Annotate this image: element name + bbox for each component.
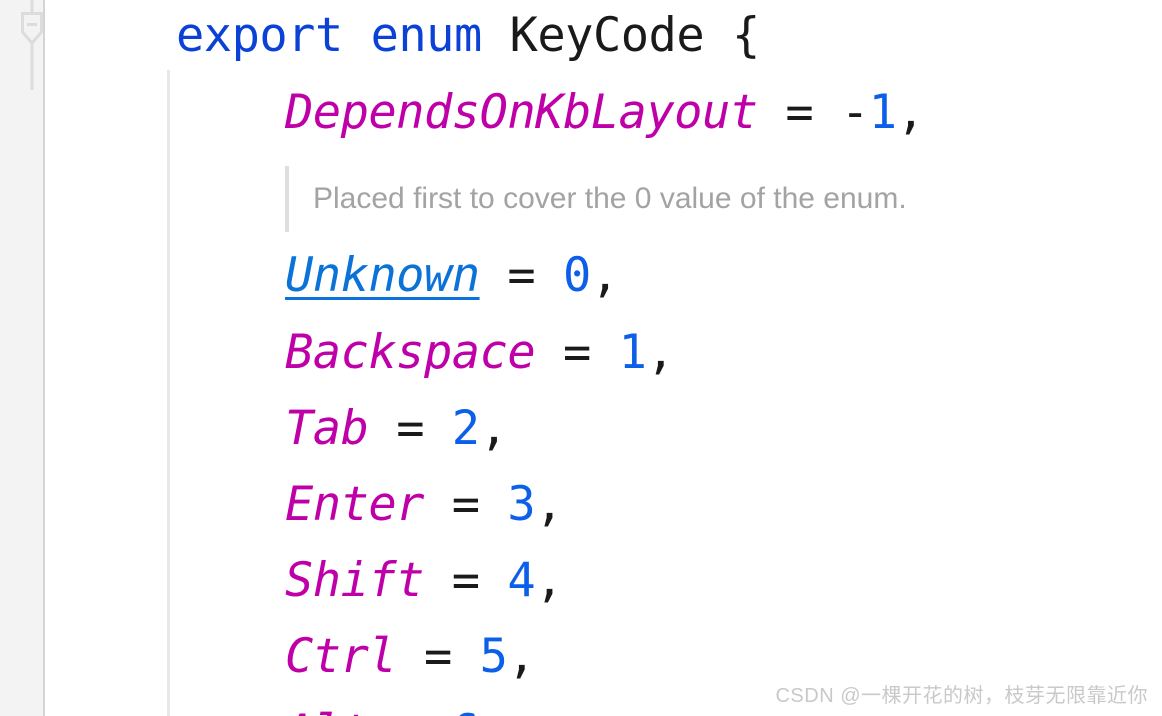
code-token: = [785, 85, 814, 140]
code-token: = [423, 629, 452, 684]
keyword-token: enum [370, 8, 483, 63]
enum-member: DependsOnKbLayout [285, 85, 758, 140]
enum-member: Tab [285, 401, 369, 456]
code-token: = [396, 401, 424, 456]
code-token: , [479, 401, 508, 456]
code-line[interactable]: Backspace = 1, [285, 325, 675, 381]
number-literal: 5 [479, 629, 508, 684]
code-line[interactable]: export enum KeyCode { [176, 8, 760, 64]
code-line[interactable]: Unknown = 0, [285, 248, 619, 304]
number-literal: 3 [507, 477, 536, 532]
enum-member: Enter [285, 477, 424, 532]
number-literal: 6 [452, 705, 480, 716]
code-token: = [507, 248, 536, 303]
code-line[interactable]: Shift = 4, [285, 553, 563, 609]
code-token: , [646, 325, 675, 380]
code-content[interactable]: export enum KeyCode { DependsOnKbLayout =… [0, 0, 1162, 716]
code-token: , [590, 248, 619, 303]
number-literal: 1 [618, 325, 647, 380]
enum-member: Alt [285, 705, 369, 716]
enum-member: Shift [285, 553, 424, 608]
code-line[interactable]: DependsOnKbLayout = -1, [285, 85, 925, 141]
code-line[interactable]: Tab = 2, [285, 401, 508, 457]
doc-comment-block: Placed first to cover the 0 value of the… [285, 166, 907, 232]
keyword-token: export [176, 8, 343, 63]
type-name-token: KeyCode [509, 8, 705, 63]
code-token: , [896, 85, 925, 140]
code-token: = [562, 325, 591, 380]
code-line[interactable]: Alt = 6, [285, 705, 507, 716]
fold-collapse-icon[interactable] [20, 0, 44, 90]
code-token: { [731, 8, 760, 63]
enum-member: Backspace [285, 325, 536, 380]
code-token: , [507, 629, 536, 684]
number-literal: 1 [868, 85, 897, 140]
number-literal: 2 [451, 401, 480, 456]
code-token: - [840, 85, 869, 140]
enum-member-link[interactable]: Unknown [285, 248, 480, 303]
code-token: , [535, 553, 563, 608]
enum-member: Ctrl [285, 629, 397, 684]
code-line[interactable]: Enter = 3, [285, 477, 563, 533]
csdn-watermark: CSDN @一棵开花的树，枝芽无限靠近你 [775, 685, 1148, 707]
number-literal: 0 [562, 248, 591, 303]
code-token: = [451, 477, 480, 532]
fold-collapse-icon-svg [21, 0, 43, 90]
doc-comment-text: Placed first to cover the 0 value of the… [313, 182, 907, 215]
code-line[interactable]: Ctrl = 5, [285, 629, 536, 685]
number-literal: 4 [507, 553, 536, 608]
code-token: = [396, 705, 424, 716]
gutter-border [43, 0, 45, 716]
code-token: , [535, 477, 563, 532]
code-token: , [480, 705, 508, 716]
doc-comment-bar [285, 166, 289, 232]
code-token: = [451, 553, 480, 608]
code-editor[interactable]: export enum KeyCode { DependsOnKbLayout =… [0, 0, 1162, 716]
